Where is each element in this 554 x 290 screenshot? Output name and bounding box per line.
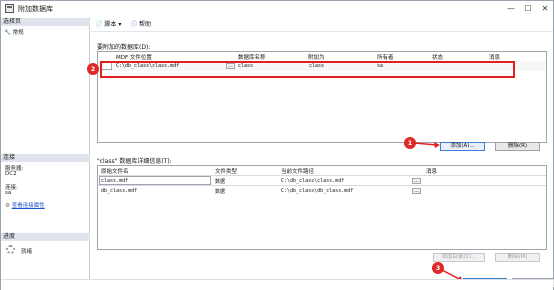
col-original-file: 原始文件名 xyxy=(101,169,129,175)
highlight-box xyxy=(100,61,515,78)
attach-section-title: 要附加的数据库(D): xyxy=(97,44,151,51)
window-title: 附加数据库 xyxy=(18,5,53,13)
col-status: 状态 xyxy=(432,55,444,61)
col-message: 消息 xyxy=(489,55,501,61)
detail-section-title: "class" 数据库详细信息(T): xyxy=(97,158,172,165)
col-mdf-location: MDF 文件位置 xyxy=(116,55,152,61)
table-row[interactable]: db_class.mdf 数据 C:\db_class\db_class.mdf… xyxy=(98,185,546,195)
script-label: 脚本 xyxy=(104,21,117,28)
status-bar xyxy=(1,279,553,290)
view-connection-properties[interactable]: ⚙ 查看连接属性 xyxy=(5,201,45,209)
server-value: DC2 xyxy=(5,171,17,177)
select-page-header: 选择页 xyxy=(1,18,90,26)
add-button[interactable]: 添加(A)... xyxy=(440,142,485,151)
detail-row-name: class.mdf xyxy=(101,178,129,184)
script-icon: 📄 xyxy=(95,21,103,28)
callout-2: 2 xyxy=(87,63,99,75)
detail-grid: 原始文件名 文件类型 当前文件路径 消息 class.mdf 数据 C:\db_… xyxy=(97,165,547,250)
detail-row-type: 数据 xyxy=(215,189,226,195)
col-attach-as: 附加为 xyxy=(308,55,325,61)
browse-button[interactable]: ... xyxy=(412,188,421,194)
close-button[interactable]: ✕ xyxy=(538,3,552,14)
nav-item-general-label: 常规 xyxy=(12,30,24,36)
attach-database-window: 附加数据库 — ☐ ✕ 选择页 🔧 常规 连接 服务器: DC2 连接: sa … xyxy=(0,0,554,290)
left-pane: 选择页 🔧 常规 连接 服务器: DC2 连接: sa ⚙ 查看连接属性 进度 … xyxy=(1,17,90,279)
progress-spinner-icon xyxy=(6,245,15,254)
add-catalog-button[interactable]: 添加目录(C)... xyxy=(433,253,485,262)
detail-row-type: 数据 xyxy=(215,179,226,185)
arrow-icon xyxy=(413,142,440,148)
connection-value: sa xyxy=(5,190,12,196)
wrench-icon: 🔧 xyxy=(4,30,11,36)
minimize-button[interactable]: — xyxy=(504,3,518,14)
toolbar: 📄 脚本 ▾ ⓘ 帮助 xyxy=(91,17,553,32)
main-content: 要附加的数据库(D): MDF 文件位置 数据库名称 附加为 所有者 状态 消息… xyxy=(87,33,554,288)
detail-row-path: C:\db_class\class.mdf xyxy=(281,178,345,184)
progress-status: 就绪 xyxy=(21,249,33,255)
remove-button[interactable]: 删除(R) xyxy=(495,142,540,151)
table-row[interactable]: class.mdf 数据 C:\db_class\class.mdf ... xyxy=(98,175,546,185)
title-bar: 附加数据库 — ☐ ✕ xyxy=(1,1,553,17)
help-label: 帮助 xyxy=(138,21,151,28)
detail-row-name: db_class.mdf xyxy=(101,188,138,194)
col-owner: 所有者 xyxy=(377,55,394,61)
col-detail-message: 消息 xyxy=(426,169,438,175)
chevron-down-icon: ▾ xyxy=(118,21,122,28)
help-icon: ⓘ xyxy=(131,21,138,28)
view-connection-properties-link[interactable]: 查看连接属性 xyxy=(12,203,45,209)
progress-header: 进度 xyxy=(1,233,90,241)
script-button[interactable]: 📄 脚本 ▾ xyxy=(95,20,121,29)
nav-item-general[interactable]: 🔧 常规 xyxy=(4,28,24,36)
col-file-type: 文件类型 xyxy=(215,169,238,175)
maximize-button[interactable]: ☐ xyxy=(521,3,535,14)
connection-header: 连接 xyxy=(1,154,90,162)
remove-file-button[interactable]: 删除(M) xyxy=(495,253,540,262)
browse-button[interactable]: ... xyxy=(412,178,421,184)
detail-row-path: C:\db_class\db_class.mdf xyxy=(281,188,354,194)
database-icon xyxy=(5,4,14,13)
connection-properties-icon: ⚙ xyxy=(5,203,10,209)
help-button[interactable]: ⓘ 帮助 xyxy=(131,20,151,29)
col-current-path: 当前文件路径 xyxy=(281,169,315,175)
col-db-name: 数据库名称 xyxy=(238,55,266,61)
